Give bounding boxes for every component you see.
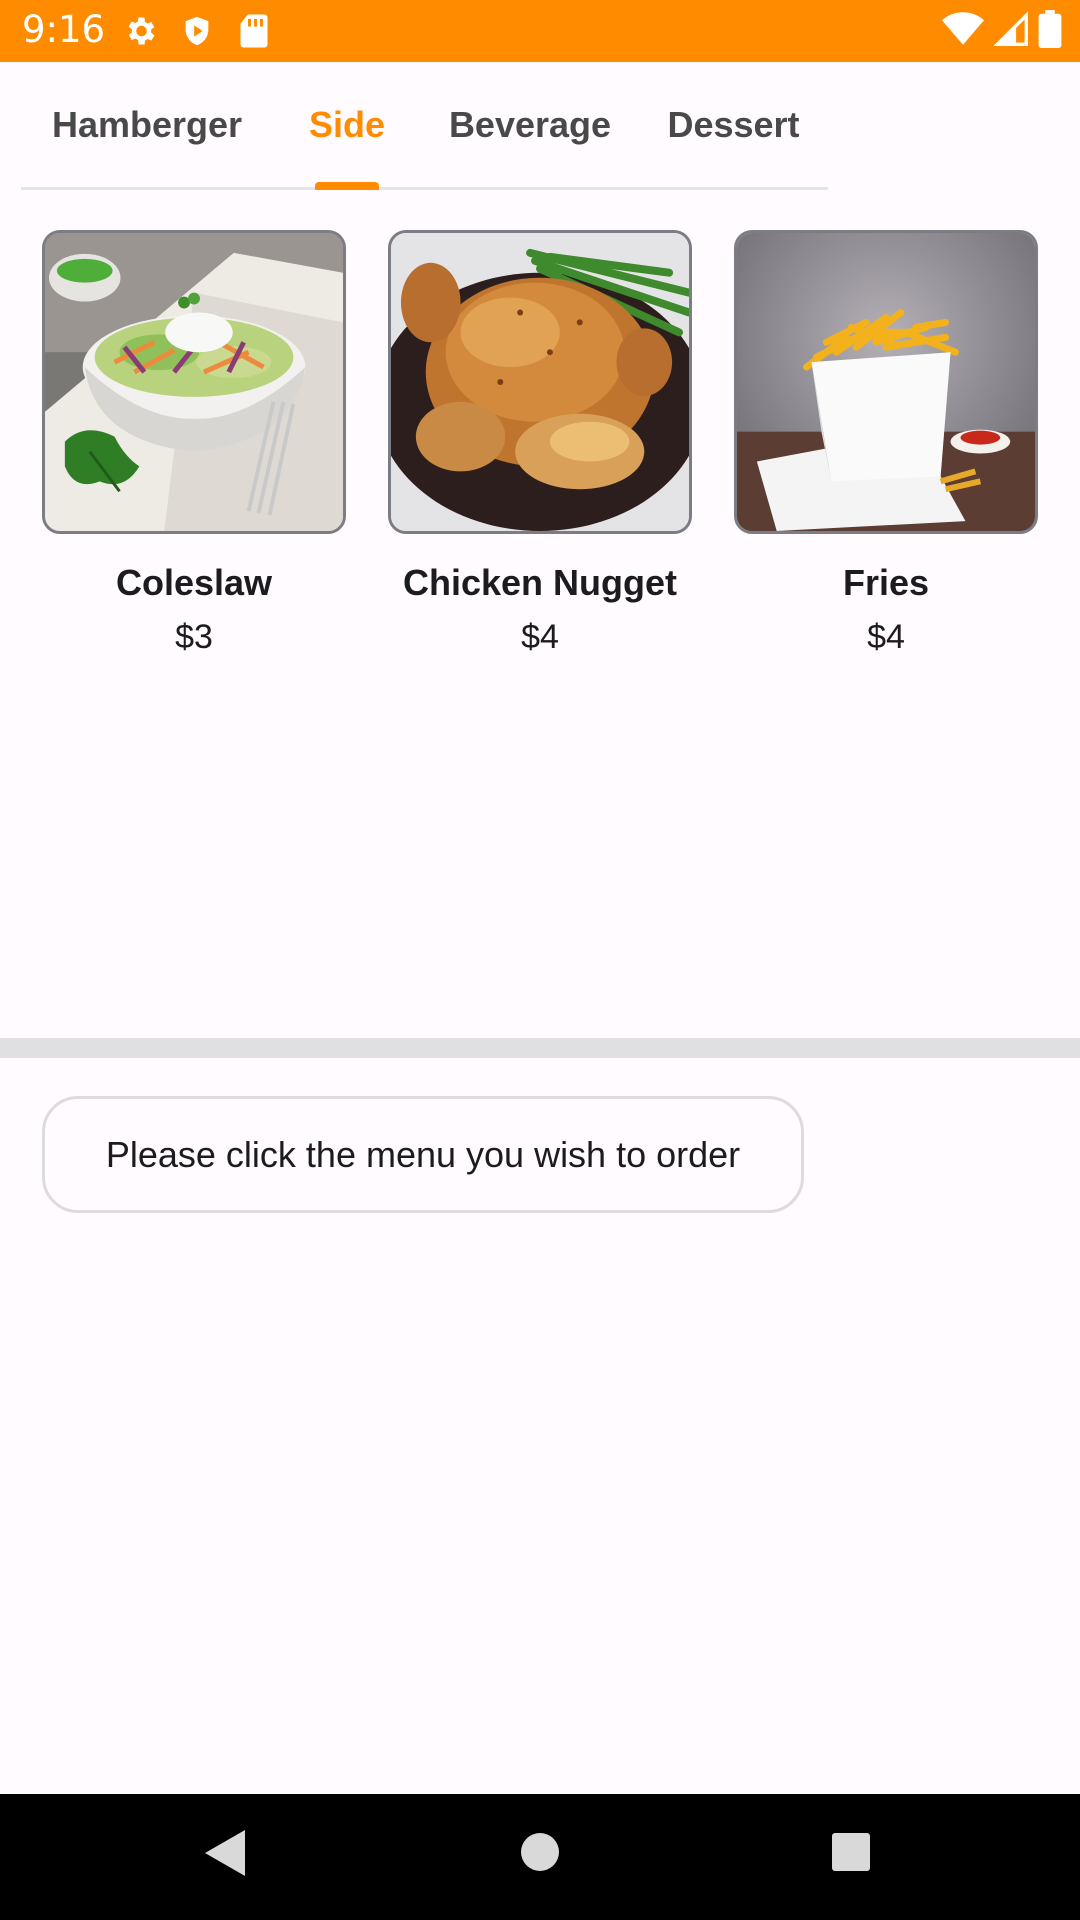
gear-icon	[122, 13, 158, 54]
menu-item-fries[interactable]: Fries $4	[734, 230, 1038, 657]
section-divider	[0, 1038, 1080, 1058]
menu-grid: Coleslaw $3 Chicken Nugget $4 Fries $4	[42, 230, 1038, 657]
status-bar: 9:16	[0, 0, 1080, 62]
sd-card-icon	[238, 13, 270, 54]
menu-item-coleslaw[interactable]: Coleslaw $3	[42, 230, 346, 657]
tab-label: Side	[308, 103, 386, 145]
navigation-bar	[0, 1794, 1080, 1920]
menu-item-chicken-nugget[interactable]: Chicken Nugget $4	[388, 230, 692, 657]
tab-hamberger[interactable]: Hamberger	[21, 62, 273, 187]
item-name: Chicken Nugget	[402, 562, 678, 603]
shield-play-icon	[180, 13, 214, 54]
battery-icon	[1038, 10, 1062, 53]
status-time: 9:16	[22, 8, 106, 51]
wifi-icon	[942, 11, 984, 52]
tab-beverage[interactable]: Beverage	[421, 62, 639, 187]
recents-icon[interactable]	[831, 1832, 871, 1877]
home-icon[interactable]	[520, 1832, 560, 1877]
category-tabs: Hamberger Side Beverage Dessert	[21, 62, 828, 190]
tab-side[interactable]: Side	[273, 62, 421, 190]
fries-image[interactable]	[734, 230, 1038, 534]
roast-chicken-image[interactable]	[388, 230, 692, 534]
back-icon[interactable]	[203, 1828, 247, 1883]
order-instruction-box: Please click the menu you wish to order	[42, 1096, 804, 1213]
order-instruction-text: Please click the menu you wish to order	[105, 1133, 741, 1175]
item-name: Fries	[842, 562, 930, 603]
item-price: $4	[867, 618, 905, 656]
tab-label: Hamberger	[51, 103, 243, 145]
tab-active-indicator	[315, 182, 379, 190]
signal-icon	[993, 11, 1028, 52]
item-price: $3	[175, 618, 213, 656]
tab-label: Dessert	[667, 103, 800, 145]
item-price: $4	[521, 618, 559, 656]
tab-dessert[interactable]: Dessert	[639, 62, 828, 187]
coleslaw-image[interactable]	[42, 230, 346, 534]
item-name: Coleslaw	[115, 562, 273, 603]
tab-label: Beverage	[448, 103, 612, 145]
